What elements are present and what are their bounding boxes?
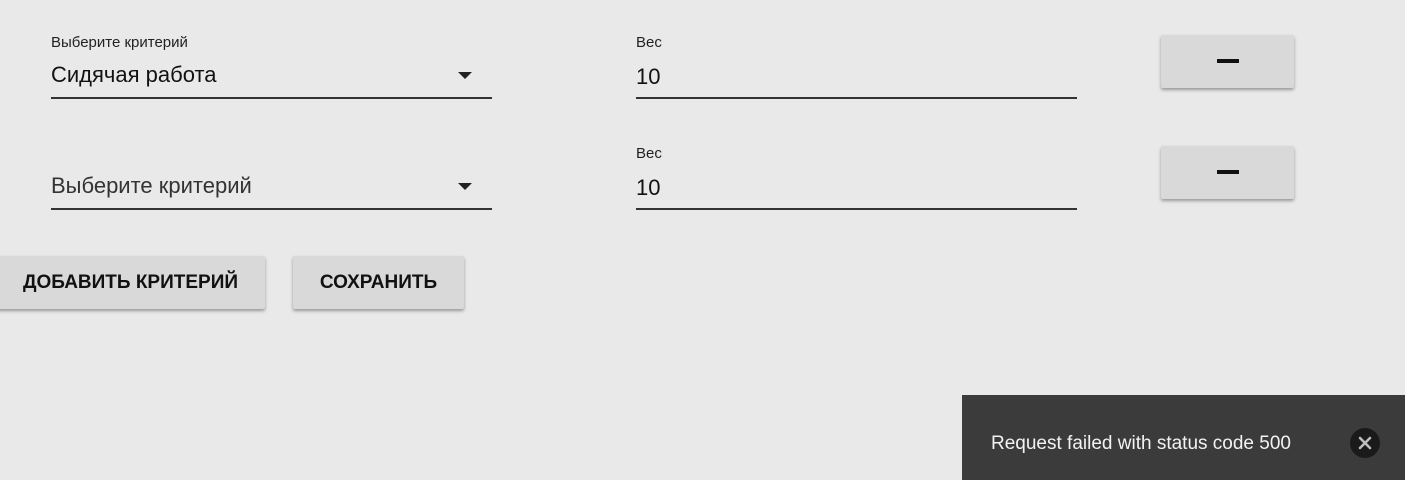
weight-field: Вес — [636, 0, 1077, 99]
minus-icon — [1217, 170, 1239, 174]
weight-label: Вес — [636, 34, 662, 51]
error-toast: Request failed with status code 500 — [962, 395, 1405, 480]
remove-criterion-button[interactable] — [1161, 35, 1294, 88]
criterion-select[interactable]: Выберите критерий Сидячая работа — [51, 0, 492, 99]
criterion-select-label: Выберите критерий — [51, 34, 188, 51]
criterion-row: Выберите критерий Вес — [0, 111, 1405, 221]
criteria-form-page: Выберите критерий Сидячая работа Вес Выб… — [0, 0, 1405, 480]
weight-label: Вес — [636, 145, 662, 162]
dropdown-arrow-icon[interactable] — [458, 183, 472, 190]
dropdown-arrow-icon[interactable] — [458, 72, 472, 79]
criterion-row: Выберите критерий Сидячая работа Вес — [0, 0, 1405, 110]
remove-criterion-button[interactable] — [1161, 146, 1294, 199]
weight-input[interactable] — [636, 167, 1077, 210]
criterion-select-value: Сидячая работа — [51, 62, 217, 87]
minus-icon — [1217, 59, 1239, 63]
criterion-select[interactable]: Выберите критерий — [51, 111, 492, 210]
close-circle-icon[interactable] — [1350, 428, 1380, 458]
criterion-select-placeholder: Выберите критерий — [51, 173, 252, 198]
save-button[interactable]: СОХРАНИТЬ — [293, 256, 464, 309]
weight-input[interactable] — [636, 56, 1077, 99]
add-criterion-button[interactable]: ДОБАВИТЬ КРИТЕРИЙ — [0, 256, 265, 309]
toast-message: Request failed with status code 500 — [991, 433, 1291, 454]
weight-field: Вес — [636, 111, 1077, 210]
